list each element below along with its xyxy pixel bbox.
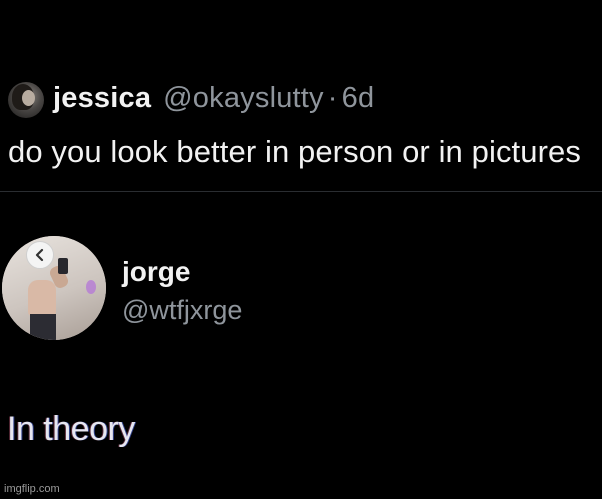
original-tweet: jessica @okayslutty · 6d do you look bet…: [0, 0, 602, 191]
tweet-header: jessica @okayslutty · 6d: [53, 78, 374, 118]
reply-text: In theory: [7, 410, 135, 448]
profile-name[interactable]: jorge: [122, 256, 190, 288]
avatar-light-shape: [86, 280, 96, 294]
avatar-face-shape: [22, 90, 35, 106]
chevron-left-icon: [35, 248, 44, 262]
header-separator: ·: [327, 81, 338, 114]
tweet-timestamp[interactable]: 6d: [342, 82, 375, 115]
author-name[interactable]: jessica: [53, 82, 151, 115]
watermark: imgflip.com: [4, 483, 60, 495]
avatar-pants-shape: [30, 314, 56, 340]
back-button[interactable]: [26, 241, 54, 269]
profile-handle[interactable]: @wtfjxrge: [122, 295, 242, 326]
avatar-torso-shape: [28, 280, 56, 316]
tweet-text: do you look better in person or in pictu…: [8, 134, 581, 169]
jessica-avatar[interactable]: [8, 82, 44, 118]
jorge-profile-avatar[interactable]: [2, 236, 106, 340]
avatar-phone-shape: [58, 258, 68, 274]
author-handle[interactable]: @okayslutty: [163, 82, 324, 115]
section-divider: [0, 191, 602, 192]
